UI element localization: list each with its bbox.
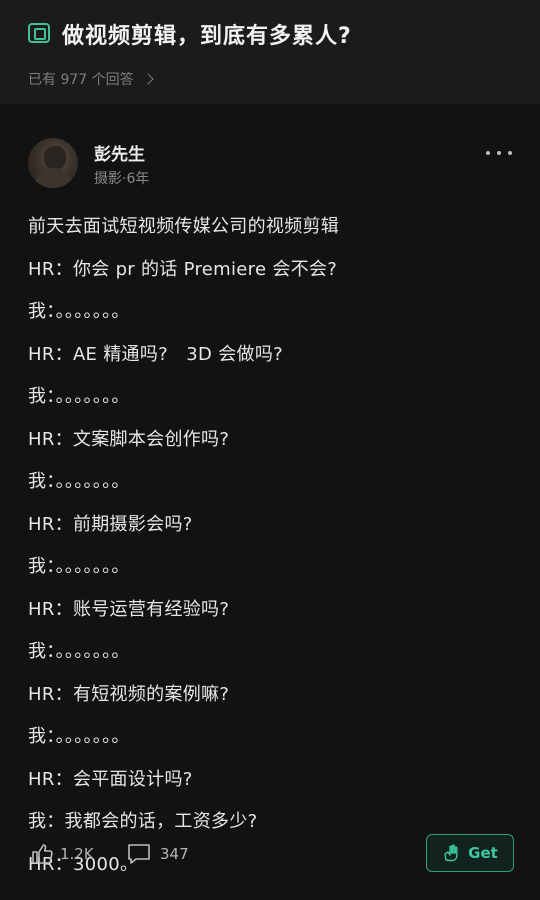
thumbs-up-icon: [32, 844, 53, 864]
answer-line: HR：你会 pr 的话 Premiere 会不会?: [28, 258, 338, 280]
comment-button[interactable]: 347: [126, 842, 189, 866]
answer-line: 我：。。。。。。。: [28, 471, 130, 492]
answer-line: HR：前期摄影会吗?: [28, 513, 193, 535]
answer-line: 我：。。。。。。。: [28, 301, 130, 322]
author-name[interactable]: 彭先生: [94, 140, 145, 165]
chevron-right-icon: [141, 73, 154, 85]
hand-heart-icon: [444, 844, 458, 862]
author-meta: 摄影·6年: [94, 171, 150, 187]
answer-line: HR：AE 精通吗? 3D 会做吗?: [28, 343, 283, 365]
get-label: Get: [468, 844, 498, 862]
answer-line: HR：有短视频的案例嘛?: [28, 683, 230, 705]
like-count: 1.2K: [60, 845, 94, 863]
answer-line: 我：。。。。。。。: [28, 641, 130, 662]
answers-count-text: 已有 977 个回答: [28, 72, 134, 88]
get-button[interactable]: Get: [426, 834, 514, 872]
answer-line: HR：文案脚本会创作吗?: [28, 428, 230, 450]
comment-icon: [128, 844, 150, 864]
answer-card: 彭先生 摄影·6年 前天去面试短视频传媒公司的视频剪辑 HR：你会 pr 的话 …: [0, 104, 540, 900]
question-box-icon: [28, 23, 50, 43]
more-dot-icon: [486, 151, 490, 155]
answers-count-link[interactable]: 已有 977 个回答: [28, 68, 154, 90]
answer-line: HR：会平面设计吗?: [28, 768, 193, 790]
question-header[interactable]: 做视频剪辑，到底有多累人? 已有 977 个回答: [0, 0, 540, 104]
like-button[interactable]: 1.2K: [30, 842, 94, 866]
more-dot-icon: [497, 151, 501, 155]
more-options-button[interactable]: [486, 148, 512, 158]
answer-line: 我：。。。。。。。: [28, 726, 130, 747]
answer-line: 我：。。。。。。。: [28, 556, 130, 577]
answer-line: 我：。。。。。。。: [28, 386, 130, 407]
action-bar: 1.2K 347 Get: [0, 834, 540, 878]
question-title[interactable]: 做视频剪辑，到底有多累人?: [62, 18, 352, 50]
answer-line: HR：账号运营有经验吗?: [28, 598, 230, 620]
avatar[interactable]: [28, 138, 78, 188]
more-dot-icon: [508, 151, 512, 155]
comment-count: 347: [160, 845, 189, 863]
answer-line: 前天去面试短视频传媒公司的视频剪辑: [28, 216, 340, 237]
answer-body: 前天去面试短视频传媒公司的视频剪辑 HR：你会 pr 的话 Premiere 会…: [28, 206, 518, 886]
